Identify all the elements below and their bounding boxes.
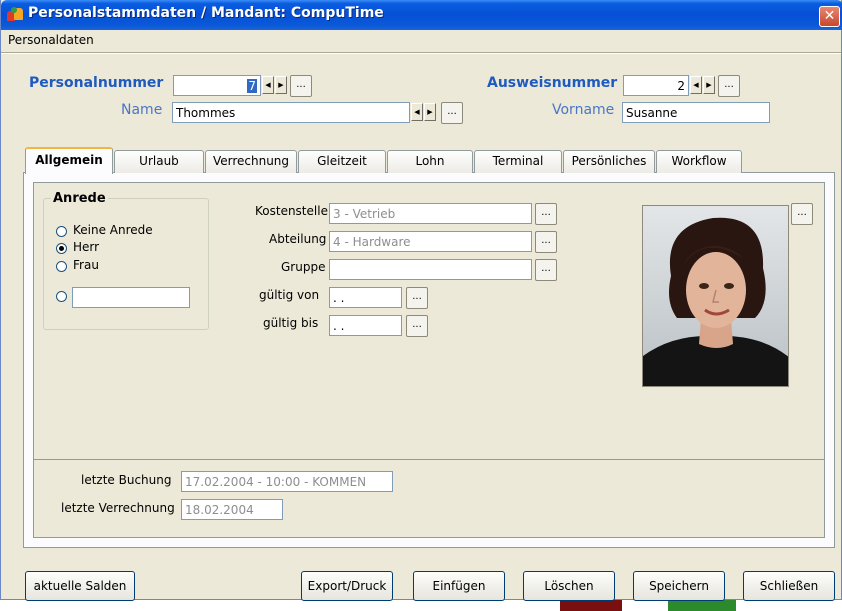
personalnummer-label: Personalnummer <box>29 75 164 91</box>
vorname-input[interactable]: Susanne <box>622 102 770 123</box>
gueltig-bis-date-button[interactable]: ... <box>406 315 428 337</box>
personalnummer-browse-button[interactable]: ... <box>290 75 312 97</box>
tab-allgemein[interactable]: Allgemein <box>25 147 113 174</box>
anrede-groupbox <box>43 198 209 330</box>
schliessen-button[interactable]: Schließen <box>743 571 835 601</box>
tab-gleitzeit[interactable]: Gleitzeit <box>298 150 386 173</box>
export-druck-button[interactable]: Export/Druck <box>301 571 393 601</box>
kostenstelle-input[interactable]: 3 - Vetrieb <box>329 203 532 224</box>
main-window: Personalstammdaten / Mandant: CompuTime … <box>0 0 842 601</box>
letzte-verrechnung-label: letzte Verrechnung <box>61 501 175 515</box>
tab-lohn[interactable]: Lohn <box>387 150 473 173</box>
name-input[interactable]: Thommes <box>172 102 410 123</box>
menu-bar: Personaldaten <box>1 30 841 52</box>
letzte-buchung-input: 17.02.2004 - 10:00 - KOMMEN <box>181 471 393 492</box>
employee-photo <box>642 205 789 387</box>
personalnummer-value: 7 <box>247 79 257 93</box>
photo-browse-button[interactable]: ... <box>791 203 813 225</box>
personalnummer-next-button[interactable]: ▶ <box>275 76 287 94</box>
abteilung-label: Abteilung <box>269 232 327 246</box>
vorname-label: Vorname <box>552 102 615 118</box>
ausweisnummer-next-button[interactable]: ▶ <box>703 76 715 94</box>
loeschen-button[interactable]: Löschen <box>523 571 615 601</box>
ausweisnummer-browse-button[interactable]: ... <box>718 75 740 97</box>
radio-custom[interactable] <box>56 291 67 302</box>
name-prev-button[interactable]: ◀ <box>411 103 423 121</box>
gueltig-von-input[interactable]: . . <box>329 287 402 308</box>
tab-persoenliches[interactable]: Persönliches <box>563 150 655 173</box>
gruppe-browse-button[interactable]: ... <box>535 259 557 281</box>
radio-frau[interactable] <box>56 261 67 272</box>
menu-separator <box>1 52 841 54</box>
close-button[interactable]: ✕ <box>819 6 840 27</box>
radio-herr-label: Herr <box>73 240 100 254</box>
abteilung-browse-button[interactable]: ... <box>535 231 557 253</box>
anrede-title: Anrede <box>51 191 108 206</box>
letzte-buchung-label: letzte Buchung <box>81 473 172 487</box>
photo-portrait-graphic <box>643 206 788 386</box>
tab-verrechnung[interactable]: Verrechnung <box>205 150 297 173</box>
window-title: Personalstammdaten / Mandant: CompuTime <box>28 5 384 21</box>
personalnummer-input[interactable]: 7 <box>173 75 261 96</box>
personalnummer-prev-button[interactable]: ◀ <box>262 76 274 94</box>
name-browse-button[interactable]: ... <box>441 102 463 124</box>
ausweisnummer-label: Ausweisnummer <box>487 75 618 91</box>
title-bar[interactable]: Personalstammdaten / Mandant: CompuTime … <box>1 0 842 30</box>
tab-workflow[interactable]: Workflow <box>656 150 742 173</box>
info-panel <box>33 460 825 538</box>
name-label: Name <box>121 102 163 118</box>
anrede-custom-input[interactable] <box>72 287 190 308</box>
radio-keine-anrede-label: Keine Anrede <box>73 223 153 237</box>
name-next-button[interactable]: ▶ <box>424 103 436 121</box>
radio-frau-label: Frau <box>73 258 99 272</box>
ausweisnummer-prev-button[interactable]: ◀ <box>690 76 702 94</box>
tab-terminal[interactable]: Terminal <box>474 150 562 173</box>
gruppe-label: Gruppe <box>281 260 326 274</box>
radio-herr[interactable] <box>56 243 67 254</box>
einfuegen-button[interactable]: Einfügen <box>413 571 505 601</box>
ausweisnummer-input[interactable]: 2 <box>623 75 689 96</box>
gruppe-input[interactable] <box>329 259 532 280</box>
letzte-verrechnung-input: 18.02.2004 <box>181 499 283 520</box>
radio-keine-anrede[interactable] <box>56 226 67 237</box>
aktuelle-salden-button[interactable]: aktuelle Salden <box>25 571 135 601</box>
gueltig-bis-label: gültig bis <box>263 316 319 330</box>
tab-urlaub[interactable]: Urlaub <box>114 150 204 173</box>
app-icon <box>7 7 23 23</box>
gueltig-bis-input[interactable]: . . <box>329 315 402 336</box>
gueltig-von-date-button[interactable]: ... <box>406 287 428 309</box>
gueltig-von-label: gültig von <box>259 288 320 302</box>
abteilung-input[interactable]: 4 - Hardware <box>329 231 532 252</box>
kostenstelle-label: Kostenstelle <box>255 204 328 218</box>
kostenstelle-browse-button[interactable]: ... <box>535 203 557 225</box>
menu-personaldaten[interactable]: Personaldaten <box>8 33 94 47</box>
speichern-button[interactable]: Speichern <box>633 571 725 601</box>
